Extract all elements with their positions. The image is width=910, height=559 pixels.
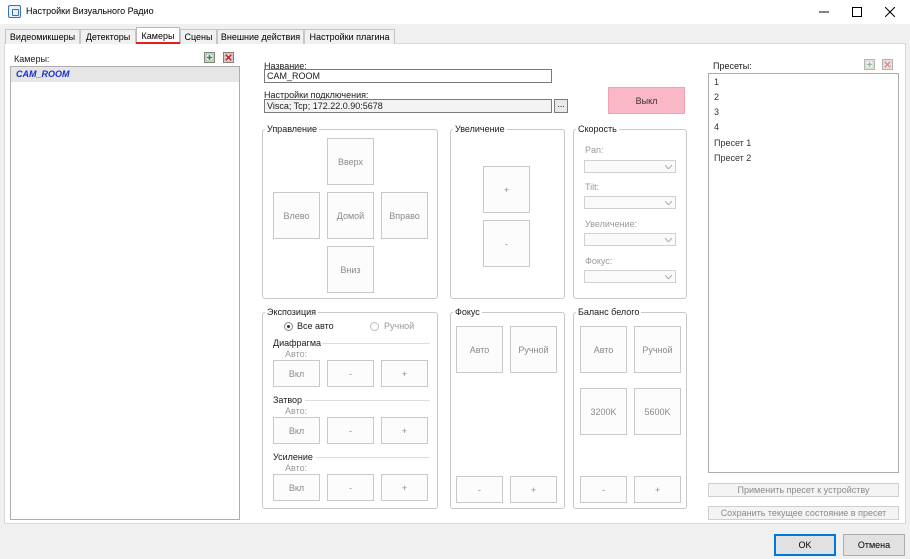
close-button[interactable] (873, 0, 907, 24)
tab-plugin-settings[interactable]: Настройки плагина (304, 29, 395, 44)
all-auto-radio[interactable] (284, 322, 293, 331)
camera-list-item[interactable]: CAM_ROOM (16, 69, 70, 79)
wb-manual-button[interactable]: Ручной (634, 326, 681, 373)
all-auto-label: Все авто (297, 321, 334, 331)
chevron-down-icon (665, 238, 672, 242)
tab-detectors[interactable]: Детекторы (80, 29, 136, 44)
pan-up-button[interactable]: Вверх (327, 138, 374, 185)
shutter-minus-button[interactable]: - (327, 417, 374, 444)
wb-plus-button[interactable]: + (634, 476, 681, 503)
pan-left-button[interactable]: Влево (273, 192, 320, 239)
white-balance-title: Баланс белого (576, 307, 642, 317)
maximize-button[interactable] (840, 0, 874, 24)
shutter-plus-button[interactable]: + (381, 417, 428, 444)
tab-video-mixers[interactable]: Видеомикшеры (5, 29, 80, 44)
cancel-button[interactable]: Отмена (843, 534, 905, 556)
iris-plus-button[interactable]: + (381, 360, 428, 387)
maximize-icon (852, 7, 862, 17)
remove-camera-button[interactable] (223, 52, 234, 63)
wb-auto-button[interactable]: Авто (580, 326, 627, 373)
wb-3200k-button[interactable]: 3200K (580, 388, 627, 435)
pan-right-button[interactable]: Вправо (381, 192, 428, 239)
add-preset-button[interactable] (864, 59, 875, 70)
zoom-group (450, 129, 565, 299)
shutter-auto-label: Авто: (285, 406, 308, 416)
chevron-down-icon (665, 165, 672, 169)
cameras-label: Камеры: (14, 54, 50, 64)
presets-label: Пресеты: (713, 61, 752, 71)
gain-divider (316, 457, 430, 458)
add-icon (204, 52, 215, 63)
shutter-divider (305, 400, 430, 401)
shutter-auto-on-button[interactable]: Вкл (273, 417, 320, 444)
zoom-title: Увеличение (453, 124, 507, 134)
cameras-list[interactable]: CAM_ROOM (10, 66, 240, 520)
ok-button[interactable]: OK (774, 534, 836, 556)
exposure-title: Экспозиция (265, 307, 318, 317)
name-field[interactable]: CAM_ROOM (264, 69, 552, 83)
window-title: Настройки Визуального Радио (26, 6, 154, 16)
gain-auto-on-button[interactable]: Вкл (273, 474, 320, 501)
speed-title: Скорость (576, 124, 619, 134)
preset-item-6[interactable]: Пресет 2 (714, 151, 751, 166)
focus-plus-button[interactable]: + (510, 476, 557, 503)
close-icon (885, 7, 895, 17)
zoom-out-button[interactable]: - (483, 220, 530, 267)
pan-speed-select[interactable] (584, 160, 676, 173)
gain-plus-button[interactable]: + (381, 474, 428, 501)
gain-title: Усиление (273, 452, 313, 462)
tilt-speed-label: Tilt: (585, 182, 600, 192)
focus-auto-button[interactable]: Авто (456, 326, 503, 373)
iris-divider (322, 343, 430, 344)
zoom-speed-select[interactable] (584, 233, 676, 246)
save-preset-button[interactable]: Сохранить текущее состояние в пресет (708, 506, 899, 520)
presets-list[interactable]: 1 2 3 4 Пресет 1 Пресет 2 (708, 73, 899, 473)
focus-manual-button[interactable]: Ручной (510, 326, 557, 373)
focus-speed-label: Фокус: (585, 256, 613, 266)
focus-minus-button[interactable]: - (456, 476, 503, 503)
minimize-button[interactable] (807, 0, 841, 24)
connection-browse-button[interactable]: ... (554, 99, 568, 113)
minimize-icon (819, 11, 829, 13)
pan-speed-label: Pan: (585, 145, 604, 155)
tilt-speed-select[interactable] (584, 196, 676, 209)
preset-item-3[interactable]: 3 (714, 105, 719, 120)
shutter-title: Затвор (273, 395, 303, 405)
manual-exposure-radio[interactable] (370, 322, 379, 331)
app-icon (8, 5, 21, 18)
remove-preset-button[interactable] (882, 59, 893, 70)
preset-item-4[interactable]: 4 (714, 120, 719, 135)
apply-preset-button[interactable]: Применить пресет к устройству (708, 483, 899, 497)
focus-title: Фокус (453, 307, 482, 317)
manual-exposure-label: Ручной (384, 321, 415, 331)
camera-power-toggle[interactable]: Выкл (608, 87, 685, 114)
chevron-down-icon (665, 275, 672, 279)
iris-minus-button[interactable]: - (327, 360, 374, 387)
wb-5600k-button[interactable]: 5600K (634, 388, 681, 435)
remove-icon (223, 52, 234, 63)
wb-minus-button[interactable]: - (580, 476, 627, 503)
tab-scenes[interactable]: Сцены (180, 29, 217, 44)
pan-down-button[interactable]: Вниз (327, 246, 374, 293)
gain-auto-label: Авто: (285, 463, 308, 473)
chevron-down-icon (665, 201, 672, 205)
preset-item-1[interactable]: 1 (714, 75, 719, 90)
iris-title: Диафрагма (273, 338, 322, 348)
control-title: Управление (265, 124, 320, 134)
connection-field[interactable]: Visca; Tcp; 172.22.0.90:5678 (264, 99, 552, 113)
focus-speed-select[interactable] (584, 270, 676, 283)
iris-auto-on-button[interactable]: Вкл (273, 360, 320, 387)
preset-item-5[interactable]: Пресет 1 (714, 136, 751, 151)
add-camera-button[interactable] (204, 52, 215, 63)
zoom-in-button[interactable]: + (483, 166, 530, 213)
home-button[interactable]: Домой (327, 192, 374, 239)
add-icon (864, 59, 875, 70)
gain-minus-button[interactable]: - (327, 474, 374, 501)
tab-external-actions[interactable]: Внешние действия (217, 29, 304, 44)
zoom-speed-label: Увеличение: (585, 219, 638, 229)
preset-item-2[interactable]: 2 (714, 90, 719, 105)
remove-icon (882, 59, 893, 70)
iris-auto-label: Авто: (285, 349, 308, 359)
